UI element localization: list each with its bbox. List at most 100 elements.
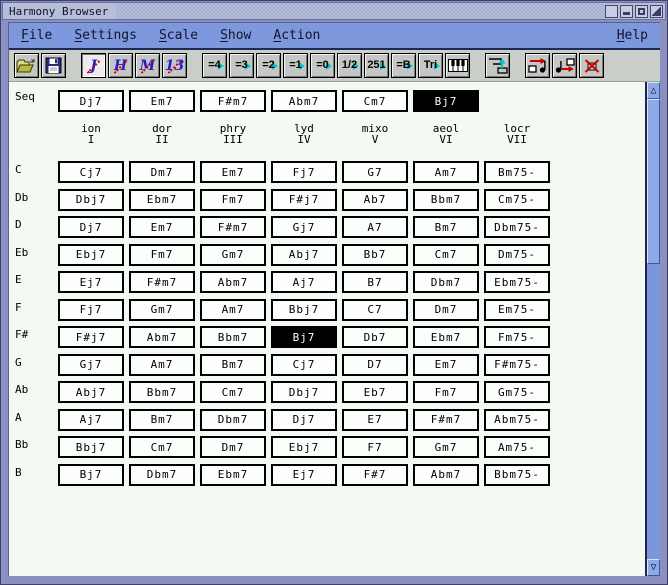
mode-j-button[interactable]: J [81,53,106,78]
chord-button[interactable]: F#7 [342,464,408,486]
chord-button[interactable]: Bbm7 [129,381,195,403]
chord-button[interactable]: Abm7 [413,464,479,486]
chord-button[interactable]: Db7 [342,326,408,348]
chord-button[interactable]: Bm7 [413,216,479,238]
chord-button[interactable]: F#j7 [58,326,124,348]
chord-button[interactable]: Ebm75- [484,271,550,293]
chord-button[interactable]: Ebj7 [58,244,124,266]
chord-button[interactable]: Bm7 [129,409,195,431]
chord-button[interactable]: Cj7 [58,161,124,183]
chord-button[interactable]: Bm75- [484,161,550,183]
chord-button[interactable]: Bbm7 [200,326,266,348]
chord-button[interactable]: Bj7 [271,326,337,348]
chord-button[interactable]: Dm7 [200,436,266,458]
loop-button[interactable] [485,53,510,78]
seq-chord-button[interactable]: Abm7 [271,90,337,112]
chord-button[interactable]: D7 [342,354,408,376]
menu-item-scale[interactable]: Scale [159,28,198,43]
chord-button[interactable]: Fj7 [271,161,337,183]
chord-button[interactable]: Ebm7 [129,189,195,211]
chord-button[interactable]: Dj7 [271,409,337,431]
chord-button[interactable]: Bbm7 [413,189,479,211]
chord-button[interactable]: E7 [342,409,408,431]
chord-button[interactable]: Ebj7 [271,436,337,458]
chord-button[interactable]: Ab7 [342,189,408,211]
chord-button[interactable]: Gj7 [271,216,337,238]
chord-button[interactable]: Dbm7 [200,409,266,431]
chord-button[interactable]: Eb7 [342,381,408,403]
chord-button[interactable]: Fm7 [129,244,195,266]
chord-button[interactable]: Am7 [200,299,266,321]
chord-button[interactable]: Ebm7 [413,326,479,348]
chord-button[interactable]: C7 [342,299,408,321]
chord-button[interactable]: Bm7 [200,354,266,376]
menu-item-action[interactable]: Action [273,28,320,43]
chord-button[interactable]: Gj7 [58,354,124,376]
chord-button[interactable]: Fm75- [484,326,550,348]
chord-button[interactable]: Abm7 [200,271,266,293]
seq-chord-button[interactable]: F#m7 [200,90,266,112]
eq-4-button[interactable]: =4 [202,53,227,78]
chord-button[interactable]: Abm7 [129,326,195,348]
maximize-button[interactable] [635,5,648,18]
scrollbar-thumb[interactable] [647,99,660,264]
chord-button[interactable]: Dbj7 [58,189,124,211]
chord-button[interactable]: Dbm75- [484,216,550,238]
eq-b-button[interactable]: =B [391,53,416,78]
iconify-button[interactable] [620,5,633,18]
chord-button[interactable]: Gm7 [129,299,195,321]
chord-button[interactable]: Bb7 [342,244,408,266]
chord-button[interactable]: Cm7 [200,381,266,403]
seq-chord-button[interactable]: Dj7 [58,90,124,112]
chord-button[interactable]: Am7 [129,354,195,376]
chord-button[interactable]: Am75- [484,436,550,458]
chord-button[interactable]: B7 [342,271,408,293]
chord-button[interactable]: Abm75- [484,409,550,431]
chord-button[interactable]: Bj7 [58,464,124,486]
scroll-down-button[interactable]: ▽ [647,559,660,576]
save-button[interactable] [41,53,66,78]
eq-2-button[interactable]: =2 [256,53,281,78]
insert-chord-button[interactable] [525,53,550,78]
chord-button[interactable]: F7 [342,436,408,458]
seq-chord-button[interactable]: Em7 [129,90,195,112]
chord-button[interactable]: F#m7 [200,216,266,238]
chord-button[interactable]: Dm7 [129,161,195,183]
seq-chord-button[interactable]: Bj7 [413,90,479,112]
chord-button[interactable]: Ej7 [58,271,124,293]
chord-button[interactable]: Gm7 [200,244,266,266]
scrollbar-track[interactable] [647,264,660,559]
chord-button[interactable]: Ej7 [271,464,337,486]
chord-button[interactable]: Cm7 [413,244,479,266]
menu-item-settings[interactable]: Settings [74,28,137,43]
open-button[interactable] [14,53,39,78]
tri-button[interactable]: Tri [418,53,443,78]
mode-13-button[interactable]: 13 [162,53,187,78]
chord-button[interactable]: F#j7 [271,189,337,211]
chord-button[interactable]: Dm7 [413,299,479,321]
chord-button[interactable]: Em7 [129,216,195,238]
chord-button[interactable]: Bbj7 [271,299,337,321]
chord-button[interactable]: Dbm7 [413,271,479,293]
chord-button[interactable]: F#m7 [413,409,479,431]
chord-button[interactable]: Fj7 [58,299,124,321]
chord-button[interactable]: Em7 [200,161,266,183]
chord-button[interactable]: Dj7 [58,216,124,238]
eq-0-button[interactable]: =0 [310,53,335,78]
chord-button[interactable]: Ebm7 [200,464,266,486]
half-button[interactable]: 1/2 [337,53,362,78]
scroll-up-button[interactable]: △ [647,82,660,99]
mode-h-button[interactable]: H [108,53,133,78]
two-five-one-button[interactable]: 251 [364,53,389,78]
chord-button[interactable]: Bbm75- [484,464,550,486]
chord-button[interactable]: Bbj7 [58,436,124,458]
chord-button[interactable]: Dbm7 [129,464,195,486]
chord-button[interactable]: Fm7 [413,381,479,403]
chord-button[interactable]: Em7 [413,354,479,376]
chord-button[interactable]: Abj7 [58,381,124,403]
chord-button[interactable]: F#m7 [129,271,195,293]
chord-button[interactable]: Em75- [484,299,550,321]
chord-button[interactable]: Aj7 [271,271,337,293]
chord-button[interactable]: Abj7 [271,244,337,266]
chord-button[interactable]: Gm75- [484,381,550,403]
